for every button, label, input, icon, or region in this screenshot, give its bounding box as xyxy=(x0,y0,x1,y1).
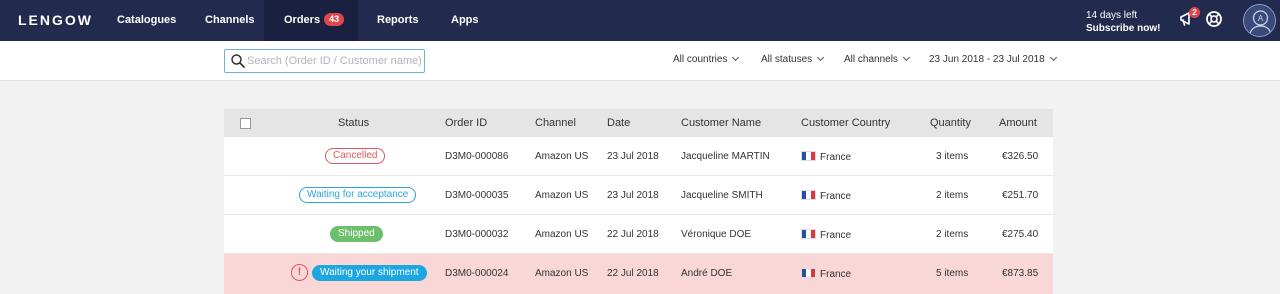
subscribe-link[interactable]: Subscribe now! xyxy=(1086,22,1160,35)
date-cell: 23 Jul 2018 xyxy=(607,151,659,162)
table-row[interactable]: ! Waiting your shipment D3M0-000024 Amaz… xyxy=(224,254,1053,294)
customer-country-cell: France xyxy=(801,190,851,202)
filter-bar: All countries All statuses All channels … xyxy=(0,41,1280,81)
country-name: France xyxy=(820,269,852,280)
quantity-cell: 2 items xyxy=(936,229,969,240)
column-header-customer-name[interactable]: Customer Name xyxy=(681,117,761,129)
customer-country-cell: France xyxy=(801,151,851,163)
channel-cell: Amazon US xyxy=(535,190,589,201)
column-header-quantity[interactable]: Quantity xyxy=(930,117,971,129)
search-input[interactable] xyxy=(247,53,421,69)
date-range-label: 23 Jun 2018 - 23 Jul 2018 xyxy=(929,54,1045,65)
country-name: France xyxy=(820,230,852,241)
quantity-cell: 3 items xyxy=(936,151,969,162)
amount-cell: €873.85 xyxy=(1002,268,1039,279)
amount-cell: €326.50 xyxy=(1002,151,1039,162)
customer-country-cell: France xyxy=(801,229,851,241)
column-header-status[interactable]: Status xyxy=(338,117,369,129)
column-header-date[interactable]: Date xyxy=(607,117,630,129)
france-flag-icon xyxy=(801,190,816,200)
trial-days-left: 14 days left xyxy=(1086,10,1138,21)
chevron-down-icon xyxy=(902,53,910,62)
status-filter-label: All statuses xyxy=(761,54,813,65)
orders-count-badge: 43 xyxy=(324,13,345,26)
channel-cell: Amazon US xyxy=(535,151,589,162)
nav-item-label: Orders xyxy=(284,14,321,26)
megaphone-icon[interactable]: 2 xyxy=(1178,7,1200,30)
lifebuoy-icon[interactable] xyxy=(1205,10,1225,30)
channel-filter-label: All channels xyxy=(844,54,898,65)
search-icon xyxy=(231,54,245,68)
column-header-order-id[interactable]: Order ID xyxy=(445,117,487,129)
date-range-dropdown[interactable]: 23 Jun 2018 - 23 Jul 2018 xyxy=(929,53,1057,65)
nav-item-orders[interactable]: Orders 43 xyxy=(264,0,358,41)
channel-cell: Amazon US xyxy=(535,229,589,240)
country-filter-label: All countries xyxy=(673,54,728,65)
table-row[interactable]: Waiting for acceptance D3M0-000035 Amazo… xyxy=(224,176,1053,215)
notification-count-badge: 2 xyxy=(1189,7,1200,18)
chevron-down-icon xyxy=(1049,53,1057,62)
customer-name-cell: Véronique DOE xyxy=(681,229,752,240)
table-header: Status Order ID Channel Date Customer Na… xyxy=(224,109,1053,137)
chevron-down-icon xyxy=(732,53,740,62)
column-header-channel[interactable]: Channel xyxy=(535,117,576,129)
quantity-cell: 5 items xyxy=(936,268,969,279)
column-header-amount[interactable]: Amount xyxy=(999,117,1037,129)
search-box[interactable] xyxy=(224,49,425,73)
amount-cell: €275.40 xyxy=(1002,229,1039,240)
nav-item-label: Channels xyxy=(205,14,255,26)
status-badge-cancelled: Cancelled xyxy=(325,148,386,164)
chevron-down-icon xyxy=(817,53,825,62)
order-id-cell: D3M0-000035 xyxy=(445,190,509,201)
status-badge-shipped: Shipped xyxy=(330,226,383,242)
nav-item-catalogues[interactable]: Catalogues xyxy=(117,0,176,41)
warning-icon[interactable]: ! xyxy=(291,264,308,281)
amount-cell: €251.70 xyxy=(1002,190,1039,201)
status-badge-waiting-shipment: Waiting your shipment xyxy=(312,265,427,281)
order-id-cell: D3M0-000024 xyxy=(445,268,509,279)
table-row[interactable]: Shipped D3M0-000032 Amazon US 22 Jul 201… xyxy=(224,215,1053,254)
nav-item-label: Catalogues xyxy=(117,14,177,26)
nav-item-label: Reports xyxy=(377,14,419,26)
country-name: France xyxy=(820,152,852,163)
trial-info: 14 days left Subscribe now! xyxy=(1086,9,1160,35)
table-row[interactable]: Cancelled D3M0-000086 Amazon US 23 Jul 2… xyxy=(224,137,1053,176)
customer-name-cell: André DOE xyxy=(681,268,733,279)
date-cell: 23 Jul 2018 xyxy=(607,190,659,201)
nav-item-reports[interactable]: Reports xyxy=(377,0,419,41)
date-cell: 22 Jul 2018 xyxy=(607,268,659,279)
column-header-customer-country[interactable]: Customer Country xyxy=(801,117,890,129)
customer-country-cell: France xyxy=(801,268,851,280)
nav-item-channels[interactable]: Channels xyxy=(205,0,255,41)
status-filter-dropdown[interactable]: All statuses xyxy=(761,53,825,65)
lengow-logo[interactable]: LENGOW xyxy=(18,12,93,28)
order-id-cell: D3M0-000086 xyxy=(445,151,509,162)
quantity-cell: 2 items xyxy=(936,190,969,201)
channel-cell: Amazon US xyxy=(535,268,589,279)
status-badge-waiting: Waiting for acceptance xyxy=(299,187,417,203)
country-filter-dropdown[interactable]: All countries xyxy=(673,53,740,65)
nav-item-label: Apps xyxy=(451,14,479,26)
customer-name-cell: Jacqueline SMITH xyxy=(681,190,763,201)
order-id-cell: D3M0-000032 xyxy=(445,229,509,240)
select-all-checkbox[interactable] xyxy=(240,118,251,129)
france-flag-icon xyxy=(801,151,816,161)
customer-name-cell: Jacqueline MARTIN xyxy=(681,151,770,162)
user-avatar-icon[interactable]: A xyxy=(1243,4,1276,37)
date-cell: 22 Jul 2018 xyxy=(607,229,659,240)
top-navigation-bar: LENGOW Catalogues Channels Orders 43 Repo… xyxy=(0,0,1280,41)
channel-filter-dropdown[interactable]: All channels xyxy=(844,53,910,65)
country-name: France xyxy=(820,191,852,202)
svg-text:A: A xyxy=(1258,14,1264,23)
france-flag-icon xyxy=(801,229,816,239)
france-flag-icon xyxy=(801,268,816,278)
nav-item-apps[interactable]: Apps xyxy=(451,0,479,41)
